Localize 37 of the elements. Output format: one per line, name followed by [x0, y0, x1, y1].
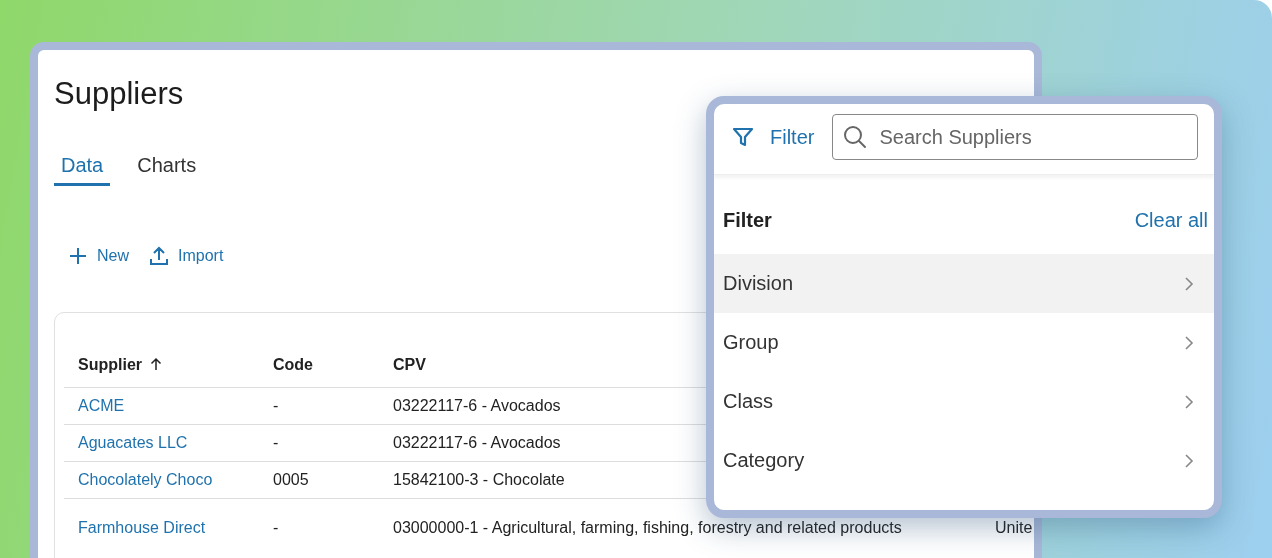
filter-heading: Filter: [723, 209, 772, 232]
table-cell: 0005: [273, 470, 309, 488]
new-button[interactable]: New: [62, 240, 135, 272]
column-header[interactable]: Supplier: [78, 355, 142, 373]
filter-item[interactable]: Class: [714, 372, 1214, 431]
tab[interactable]: Data: [54, 150, 111, 186]
filter-button[interactable]: Filter: [728, 125, 819, 149]
search-field[interactable]: Search Suppliers: [832, 114, 1198, 160]
supplier-link[interactable]: Farmhouse Direct: [78, 519, 206, 537]
import-button[interactable]: Import: [143, 240, 230, 272]
table-cell: 03222117-6 - Avocados: [393, 396, 561, 414]
table-cell: -: [273, 396, 279, 414]
tab[interactable]: Charts: [130, 150, 204, 186]
supplier-link[interactable]: Aguacates LLC: [78, 433, 188, 451]
plus-icon: [68, 246, 88, 266]
chevron-right-icon: [1184, 452, 1194, 469]
supplier-link[interactable]: ACME: [78, 396, 125, 414]
table-cell: -: [273, 519, 279, 537]
filter-item[interactable]: Group: [714, 313, 1214, 372]
table-cell: 03000000-1 - Agricultural, farming, fishing, forestry and related products: [393, 519, 902, 537]
table-cell: 03222117-6 - Avocados: [393, 433, 561, 451]
upload-icon: [149, 246, 169, 266]
clear-all-link[interactable]: Clear all: [1134, 209, 1208, 232]
filter-icon: [732, 126, 754, 148]
filter-item[interactable]: Division: [714, 254, 1214, 313]
chevron-right-icon: [1184, 393, 1194, 410]
column-header[interactable]: CPV: [393, 355, 426, 373]
filter-item[interactable]: Category: [714, 431, 1214, 490]
column-header[interactable]: Code: [273, 355, 313, 373]
chevron-right-icon: [1184, 334, 1194, 351]
table-cell: 15842100-3 - Chocolate: [393, 470, 565, 488]
table-cell: Unite: [995, 519, 1033, 536]
page-title: Suppliers: [54, 75, 185, 113]
supplier-link[interactable]: Chocolately Choco: [78, 470, 213, 488]
search-icon: [842, 124, 869, 150]
table-cell: -: [273, 433, 279, 451]
chevron-right-icon: [1184, 275, 1194, 292]
